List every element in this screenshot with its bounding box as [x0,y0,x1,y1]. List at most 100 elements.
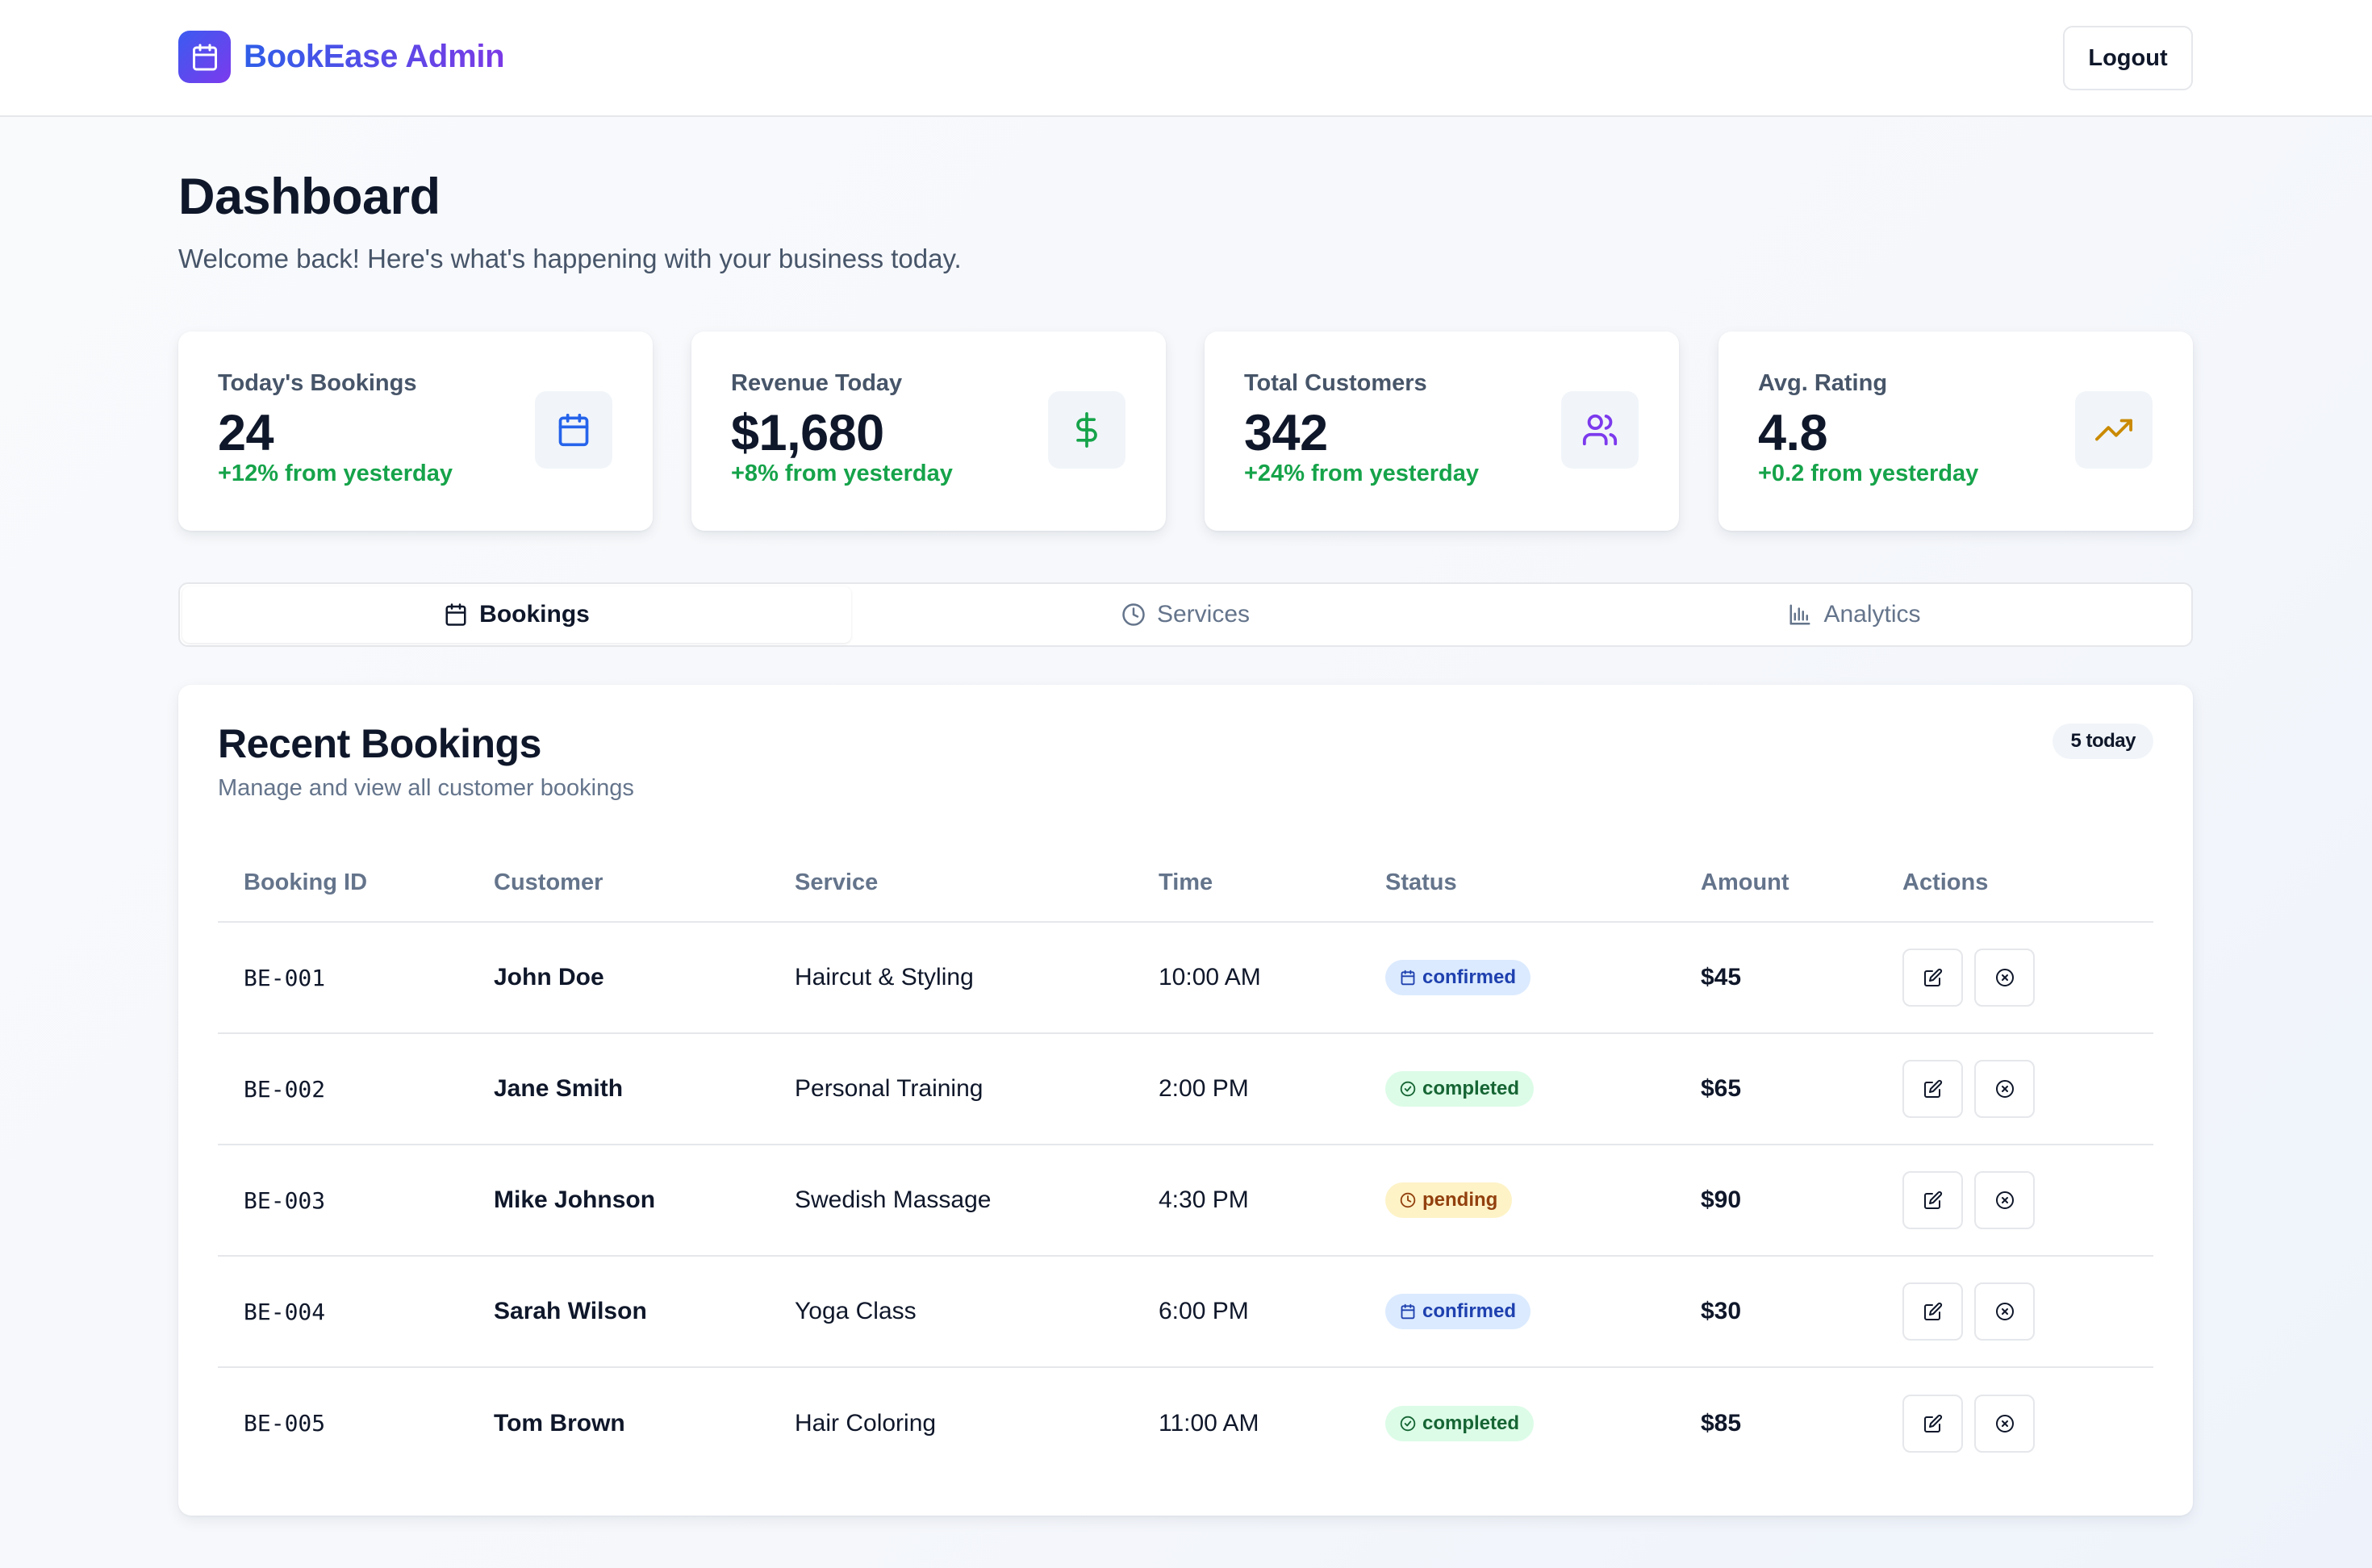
actions-cell [1877,1033,2153,1145]
top-bar: BookEase Admin Logout [0,0,2372,117]
edit-button[interactable] [1902,1171,1963,1229]
status-cell: confirmed [1359,922,1675,1034]
tab-label: Bookings [479,601,590,628]
calendar-icon [445,603,466,626]
edit-button[interactable] [1902,1060,1963,1118]
status-label: pending [1422,1189,1498,1211]
customer-name: Jane Smith [468,1033,769,1145]
booking-amount: $45 [1675,922,1877,1034]
column-header[interactable]: Amount [1675,844,1877,923]
stat-change: +12% from yesterday [218,461,453,486]
bar-chart-icon [1789,604,1810,625]
column-header[interactable]: Service [769,844,1133,923]
table-header-row: Booking ID Customer Service Time Status … [218,844,2153,923]
calendar-icon [1401,1303,1415,1320]
booking-time: 6:00 PM [1133,1256,1359,1368]
page-subtitle: Welcome back! Here's what's happening wi… [178,244,962,273]
stat-label: Today's Bookings [218,370,417,396]
service-name: Personal Training [769,1033,1133,1145]
column-header[interactable]: Status [1359,844,1675,923]
customer-name: John Doe [468,922,769,1034]
booking-amount: $90 [1675,1145,1877,1257]
table-row[interactable]: BE-002 Jane Smith Personal Training 2:00… [218,1033,2153,1145]
x-circle-icon [1995,1080,2014,1098]
tab-services[interactable]: Services [851,586,1520,643]
users-icon [1561,391,1639,469]
stat-label: Avg. Rating [1758,370,1888,396]
stat-change: +8% from yesterday [731,461,953,486]
status-badge: completed [1385,1071,1535,1107]
tab-bookings[interactable]: Bookings [182,586,851,643]
table-row[interactable]: BE-003 Mike Johnson Swedish Massage 4:30… [218,1145,2153,1257]
table-row[interactable]: BE-001 John Doe Haircut & Styling 10:00 … [218,922,2153,1034]
booking-time: 2:00 PM [1133,1033,1359,1145]
booking-amount: $65 [1675,1033,1877,1145]
recent-bookings-card: Recent Bookings Manage and view all cust… [178,685,2193,1516]
tab-label: Services [1156,601,1251,628]
column-header: Actions [1877,844,2153,923]
stat-value: 4.8 [1758,405,1828,461]
stat-change: +24% from yesterday [1244,461,1479,486]
booking-amount: $85 [1701,1409,1742,1437]
booking-id: BE-003 [218,1145,468,1257]
booking-time: 10:00 AM [1133,922,1359,1034]
tab-label: Analytics [1823,601,1921,628]
table-row[interactable]: BE-005 Tom Brown Hair Coloring 11:00 AM … [218,1367,2153,1478]
status-cell: completed [1359,1367,1675,1478]
stat-value: $1,680 [731,405,884,461]
cancel-booking-button[interactable] [1974,1060,2035,1118]
booking-id: BE-004 [218,1256,468,1368]
status-cell: confirmed [1359,1256,1675,1368]
edit-button[interactable] [1902,949,1963,1007]
service-name: Swedish Massage [769,1145,1133,1257]
calendar-icon [178,31,231,83]
cancel-booking-button[interactable] [1974,1282,2035,1341]
table-row[interactable]: BE-004 Sarah Wilson Yoga Class 6:00 PM c… [218,1256,2153,1368]
booking-id: BE-005 [244,1410,326,1437]
column-header[interactable]: Booking ID [218,844,468,923]
column-header[interactable]: Time [1133,844,1359,923]
edit-icon [1923,1079,1942,1098]
customer-name: Mike Johnson [468,1145,769,1257]
actions-cell [1877,1256,2153,1368]
booking-id: BE-002 [218,1033,468,1145]
booking-id: BE-001 [218,922,468,1034]
edit-button[interactable] [1902,1394,1963,1453]
customer-name: Sarah Wilson [468,1256,769,1368]
stat-value: 342 [1244,405,1328,461]
booking-time: 4:30 PM [1133,1145,1359,1257]
edit-icon [1923,1302,1942,1320]
cancel-booking-button[interactable] [1974,1394,2035,1453]
stat-label: Revenue Today [731,370,903,396]
cancel-booking-button[interactable] [1974,949,2035,1007]
logout-button[interactable]: Logout [2063,26,2193,90]
edit-icon [1923,1414,1942,1432]
calendar-icon [535,391,612,469]
stat-card-rating: Avg. Rating 4.8 +0.2 from yesterday [1718,332,2193,531]
cancel-booking-button[interactable] [1974,1171,2035,1229]
check-circle-icon [1400,1416,1416,1431]
page-title: Dashboard [178,169,441,225]
brand[interactable]: BookEase Admin [178,31,505,83]
status-cell: pending [1359,1145,1675,1257]
stat-card-customers: Total Customers 342 +24% from yesterday [1205,332,1679,531]
status-label: confirmed [1422,1300,1517,1322]
tab-bar: Bookings Services Analytics [178,582,2193,647]
edit-icon [1923,1191,1942,1209]
service-name: Yoga Class [769,1256,1133,1368]
stat-card-revenue: Revenue Today $1,680 +8% from yesterday [691,332,1166,531]
service-name: Haircut & Styling [769,922,1133,1034]
service-name: Hair Coloring [795,1409,937,1437]
x-circle-icon [1995,969,2014,986]
stat-card-bookings: Today's Bookings 24 +12% from yesterday [178,332,653,531]
actions-cell [1877,1367,2153,1478]
column-header[interactable]: Customer [468,844,769,923]
tab-analytics[interactable]: Analytics [1520,586,2189,643]
app-name: BookEase Admin [244,39,505,74]
edit-button[interactable] [1902,1282,1963,1341]
stat-label: Total Customers [1244,370,1427,396]
x-circle-icon [1995,1191,2014,1209]
status-label: completed [1422,1078,1520,1099]
actions-cell [1877,1145,2153,1257]
booking-time: 11:00 AM [1159,1409,1259,1437]
